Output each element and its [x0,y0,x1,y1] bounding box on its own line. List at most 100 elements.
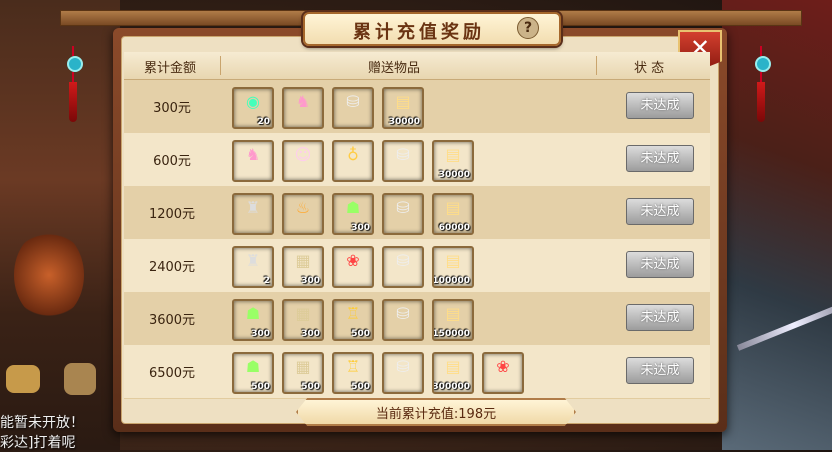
item-glyph: ▤ [445,251,461,270]
item-glyph: ❀ [346,251,360,270]
item-glyph: ❀ [496,357,510,376]
silver-ingot-icon[interactable]: ⛁ [382,193,424,235]
item-glyph: ☺ [294,145,312,164]
item-glyph: ♞ [245,145,261,164]
item-glyph: ⛁ [396,304,410,323]
right-tassel-ornament [755,46,771,122]
jade-orb-icon[interactable]: ◉ 20 [232,87,274,129]
item-glyph: ⛁ [396,357,410,376]
left-tassel-ornament [67,46,83,122]
background-chat-line-1: 能暂未开放！ [0,415,84,431]
scroll-map-icon[interactable]: ▦ 300 [282,246,324,288]
gold-ticket-icon[interactable]: ▤ 300000 [432,352,474,394]
item-glyph: ♜ [245,251,261,270]
sage-card-icon[interactable]: ☗ 500 [232,352,274,394]
item-count: 500 [351,382,370,392]
item-glyph: ♖ [345,357,361,376]
status-button[interactable]: 未达成 [626,198,694,225]
red-berries-icon[interactable]: ❀ [332,246,374,288]
pink-steed-icon[interactable]: ♞ [282,87,324,129]
table-row: 300元 ◉ 20 ♞ ⛁ ▤ 30000 未达成 [124,80,710,134]
item-count: 500 [351,329,370,339]
item-count: 30000 [388,117,420,127]
golden-pagoda-icon[interactable]: ♖ 500 [332,352,374,394]
row-amount: 600元 [153,154,191,169]
gold-ticket-icon[interactable]: ▤ 100000 [432,246,474,288]
item-glyph: ▤ [445,304,461,323]
header-divider [596,56,597,75]
scroll-map-icon[interactable]: ▦ 500 [282,352,324,394]
item-glyph: ▦ [295,304,311,323]
page-title: 累计充值奖励 [353,22,485,43]
status-button[interactable]: 未达成 [626,92,694,119]
item-count: 300 [251,329,270,339]
item-glyph: ♁ [347,145,359,164]
item-glyph: ♖ [345,304,361,323]
gold-ticket-icon[interactable]: ▤ 150000 [432,299,474,341]
item-count: 20 [257,117,270,127]
table-row: 600元 ♞ ☺ ♁ ⛁ ▤ 30000 未达成 [124,133,710,187]
table-header: 累计金额 赠送物品 状 态 [124,52,710,80]
golden-pagoda-icon[interactable]: ♖ 500 [332,299,374,341]
title-banner: 累计充值奖励 ? [303,12,561,46]
item-glyph: ♜ [245,198,261,217]
gold-ticket-icon[interactable]: ▤ 60000 [432,193,474,235]
item-glyph: ▤ [395,92,411,111]
background-microphone-icon[interactable] [64,363,96,395]
flame-warrior-icon[interactable]: ♨ [282,193,324,235]
status-button[interactable]: 未达成 [626,304,694,331]
item-glyph: ⛁ [396,145,410,164]
item-count: 300 [351,223,370,233]
item-glyph: ⛁ [396,198,410,217]
item-glyph: ▦ [295,357,311,376]
silver-ingot-icon[interactable]: ⛁ [382,140,424,182]
silver-ingot-icon[interactable]: ⛁ [382,299,424,341]
item-count: 300000 [432,382,470,392]
row-amount: 3600元 [148,313,196,328]
item-glyph: ⛁ [396,251,410,270]
silver-ingot-icon[interactable]: ⛁ [332,87,374,129]
status-button[interactable]: 未达成 [626,251,694,278]
scroll-map-icon[interactable]: ▦ 300 [282,299,324,341]
red-berries-icon[interactable]: ❀ [482,352,524,394]
table-row: 3600元 ☗ 300 ▦ 300 ♖ 500 ⛁ ▤ 150000 未达成 [124,292,710,346]
header-status: 状 态 [634,61,665,76]
sage-card-icon[interactable]: ☗ 300 [232,299,274,341]
gourd-item-icon[interactable]: ♁ [332,140,374,182]
background-warrior-figure [14,230,84,320]
item-glyph: ⛁ [346,92,360,111]
row-amount: 6500元 [148,366,196,381]
gold-ticket-icon[interactable]: ▤ 30000 [432,140,474,182]
pink-steed-icon[interactable]: ♞ [232,140,274,182]
item-glyph: ♨ [295,198,311,217]
item-glyph: ♞ [295,92,311,111]
item-count: 60000 [438,223,470,233]
help-icon[interactable]: ? [517,17,539,39]
item-glyph: ▤ [445,198,461,217]
status-button[interactable]: 未达成 [626,357,694,384]
gold-ticket-icon[interactable]: ▤ 30000 [382,87,424,129]
row-amount: 2400元 [148,260,196,275]
item-glyph: ◉ [246,92,260,111]
silver-ingot-icon[interactable]: ⛁ [382,246,424,288]
background-chat-line-2: 彩达]打着呢 [0,435,76,451]
sage-card-icon[interactable]: ☗ 300 [332,193,374,235]
total-recharge-label: 当前累计充值:198元 [375,407,497,422]
hero-portrait-icon[interactable]: ☺ [282,140,324,182]
background-chat-bubble-icon[interactable] [6,365,40,393]
item-glyph: ▤ [445,357,461,376]
warrior-portrait-icon[interactable]: ♜ [232,193,274,235]
header-divider [220,56,221,75]
item-glyph: ☗ [245,304,261,323]
warrior-portrait-icon[interactable]: ♜ 2 [232,246,274,288]
silver-ingot-icon[interactable]: ⛁ [382,352,424,394]
background-right-scene [722,0,832,450]
item-glyph: ☗ [245,357,261,376]
item-count: 100000 [432,276,470,286]
item-count: 300 [301,276,320,286]
table-row: 1200元 ♜ ♨ ☗ 300 ⛁ ▤ 60000 未达成 [124,186,710,240]
header-items: 赠送物品 [368,61,421,76]
title-banner-left-rod [60,10,307,26]
item-glyph: ☗ [345,198,361,217]
status-button[interactable]: 未达成 [626,145,694,172]
